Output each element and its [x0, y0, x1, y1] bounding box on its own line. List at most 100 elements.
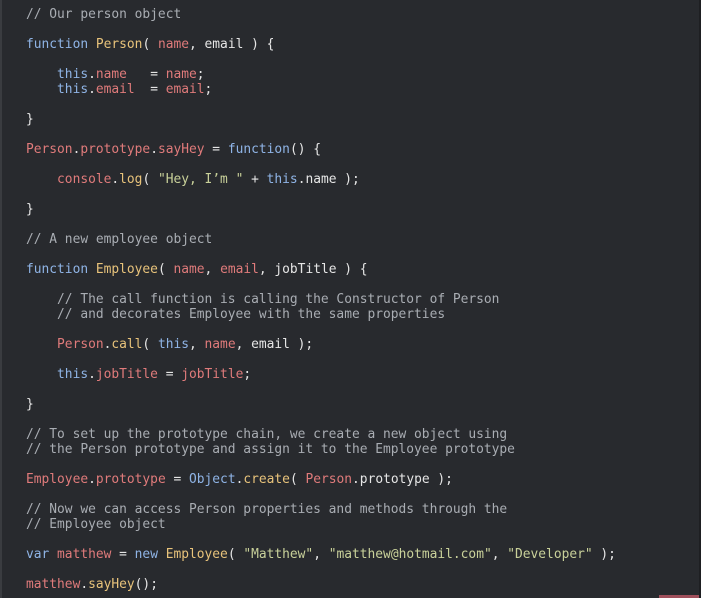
code-line: this.jobTitle = jobTitle; — [26, 367, 616, 382]
code-text: ); — [592, 547, 616, 562]
code-identifier: matthew — [26, 577, 81, 592]
code-text: = — [157, 367, 182, 382]
code-line: // Our person object — [26, 7, 616, 22]
code-text: . — [111, 172, 120, 187]
code-comment: // A new employee object — [26, 232, 213, 247]
code-comment: // Our person object — [26, 7, 182, 22]
code-text: } — [26, 397, 34, 412]
code-string: "Hey, I’m " — [157, 172, 244, 187]
code-line: // Employee object — [26, 517, 616, 532]
code-keyword: function — [26, 37, 96, 52]
code-comment: // the Person prototype and assign it to… — [26, 442, 515, 457]
code-line: this.name = name; — [26, 67, 616, 82]
code-keyword: new — [134, 547, 166, 562]
code-text: , email ) { — [189, 37, 275, 52]
code-text: .prototype ); — [352, 472, 453, 487]
code-line: // and decorates Employee with the same … — [26, 307, 616, 322]
code-keyword: var — [26, 547, 58, 562]
code-line: // Now we can access Person properties a… — [26, 502, 616, 517]
code-comment: // Now we can access Person properties a… — [26, 502, 508, 517]
code-identifier: sayHey — [157, 142, 205, 157]
code-identifier: name — [173, 262, 205, 277]
code-text: } — [26, 112, 34, 127]
code-line: var matthew = new Employee( "Matthew", "… — [26, 547, 616, 562]
code-line: // the Person prototype and assign it to… — [26, 442, 616, 457]
code-text: , — [189, 337, 205, 352]
code-identifier: email — [95, 82, 135, 97]
code-string: "matthew@hotmail.com" — [328, 547, 492, 562]
code-block[interactable]: // Our person object function Person( nam… — [26, 7, 616, 592]
code-text: ; — [196, 67, 205, 82]
code-keyword: this — [26, 67, 89, 82]
code-text: ; — [204, 82, 213, 97]
code-comment: // To set up the prototype chain, we cre… — [26, 427, 508, 442]
code-identifier: jobTitle — [95, 367, 158, 382]
code-text: , — [491, 547, 508, 562]
code-identifier: Person — [26, 142, 73, 157]
code-text: ( — [227, 547, 244, 562]
code-text: (); — [134, 577, 158, 592]
code-identifier: jobTitle — [181, 367, 244, 382]
code-text: = — [111, 547, 135, 562]
code-text: .name ); — [297, 172, 360, 187]
code-identifier: name — [204, 337, 236, 352]
code-line: } — [26, 112, 616, 127]
code-keyword: function — [26, 262, 96, 277]
code-identifier: email — [220, 262, 259, 277]
code-line: console.log( "Hey, I’m " + this.name ); — [26, 172, 616, 187]
code-identifier: name — [95, 67, 127, 82]
code-text: . — [80, 577, 89, 592]
code-text: ( — [157, 262, 174, 277]
code-line: Person.prototype.sayHey = function() { — [26, 142, 616, 157]
code-identifier: name — [165, 67, 197, 82]
code-comment: // The call function is calling the Cons… — [26, 292, 500, 307]
code-line: // To set up the prototype chain, we cre… — [26, 427, 616, 442]
code-line: function Employee( name, email, jobTitle… — [26, 262, 616, 277]
code-keyword: function — [227, 142, 290, 157]
code-identifier: matthew — [57, 547, 112, 562]
code-line: Employee.prototype = Object.create( Pers… — [26, 472, 616, 487]
code-keyword: this — [26, 82, 89, 97]
code-text: . — [88, 67, 96, 82]
code-identifier: Person — [26, 337, 104, 352]
code-identifier: prototype — [95, 472, 166, 487]
code-identifier: email — [165, 82, 205, 97]
code-text: . — [88, 472, 96, 487]
code-keyword: this — [26, 367, 89, 382]
code-keyword: this — [266, 172, 298, 187]
code-text: } — [26, 202, 34, 217]
code-text: . — [150, 142, 158, 157]
code-identifier: name — [157, 37, 190, 52]
code-function-name: call — [111, 337, 143, 352]
code-line: function Person( name, email ) { — [26, 37, 616, 52]
code-identifier: Employee — [26, 472, 89, 487]
code-function-name: Employee — [95, 262, 158, 277]
code-line: this.email = email; — [26, 82, 616, 97]
code-identifier: console — [26, 172, 112, 187]
code-identifier: Person — [305, 472, 353, 487]
code-text: ; — [243, 367, 252, 382]
code-text: = — [165, 472, 190, 487]
code-text: ( — [142, 172, 158, 187]
code-text: , email ); — [235, 337, 314, 352]
code-function-name: sayHey — [88, 577, 135, 592]
code-line: } — [26, 202, 616, 217]
code-editor-panel: // Our person object function Person( nam… — [0, 0, 699, 598]
code-text: ( — [142, 37, 158, 52]
